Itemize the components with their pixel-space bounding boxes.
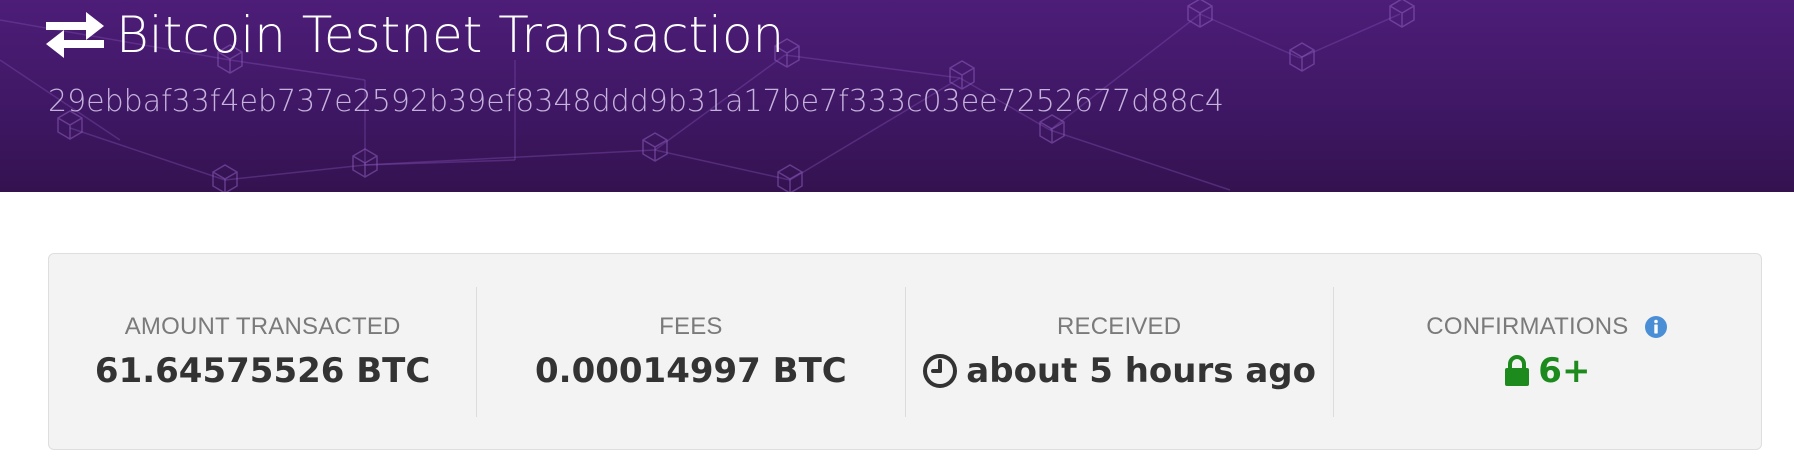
stat-label: AMOUNT TRANSACTED xyxy=(124,312,401,340)
confirmations-count: 6+ xyxy=(1538,350,1591,391)
lock-icon xyxy=(1505,354,1530,386)
transaction-hash: 29ebbaf33f4eb737e2592b39ef8348ddd9b31a17… xyxy=(48,84,1225,119)
stat-confirmations: CONFIRMATIONS 6+ xyxy=(1332,286,1761,417)
page-title: Bitcoin Testnet Transaction xyxy=(46,6,784,64)
stat-label: FEES xyxy=(659,312,723,340)
exchange-arrows-icon xyxy=(46,12,104,58)
stat-value-confirmations: 6+ xyxy=(1504,351,1590,391)
stat-amount-transacted: AMOUNT TRANSACTED 61.64575526 BTC xyxy=(49,287,476,417)
stat-value: 0.00014997 BTC xyxy=(535,350,847,391)
clock-icon xyxy=(923,353,958,388)
received-time: about 5 hours ago xyxy=(966,350,1316,391)
info-icon[interactable] xyxy=(1644,315,1668,339)
stat-label: RECEIVED xyxy=(1056,312,1182,340)
stat-label-confirmations: CONFIRMATIONS xyxy=(1426,313,1668,341)
stat-value-received: about 5 hours ago xyxy=(922,351,1316,391)
stat-label: CONFIRMATIONS xyxy=(1426,312,1629,340)
page-title-text: Bitcoin Testnet Transaction xyxy=(116,6,785,64)
transaction-summary-panel: AMOUNT TRANSACTED 61.64575526 BTC FEES 0… xyxy=(48,253,1762,450)
page-header: Bitcoin Testnet Transaction 29ebbaf33f4e… xyxy=(0,0,1794,192)
stat-fees: FEES 0.00014997 BTC xyxy=(476,286,904,417)
stat-received: RECEIVED about 5 hours ago xyxy=(904,286,1333,417)
stat-value: 61.64575526 BTC xyxy=(94,350,431,391)
